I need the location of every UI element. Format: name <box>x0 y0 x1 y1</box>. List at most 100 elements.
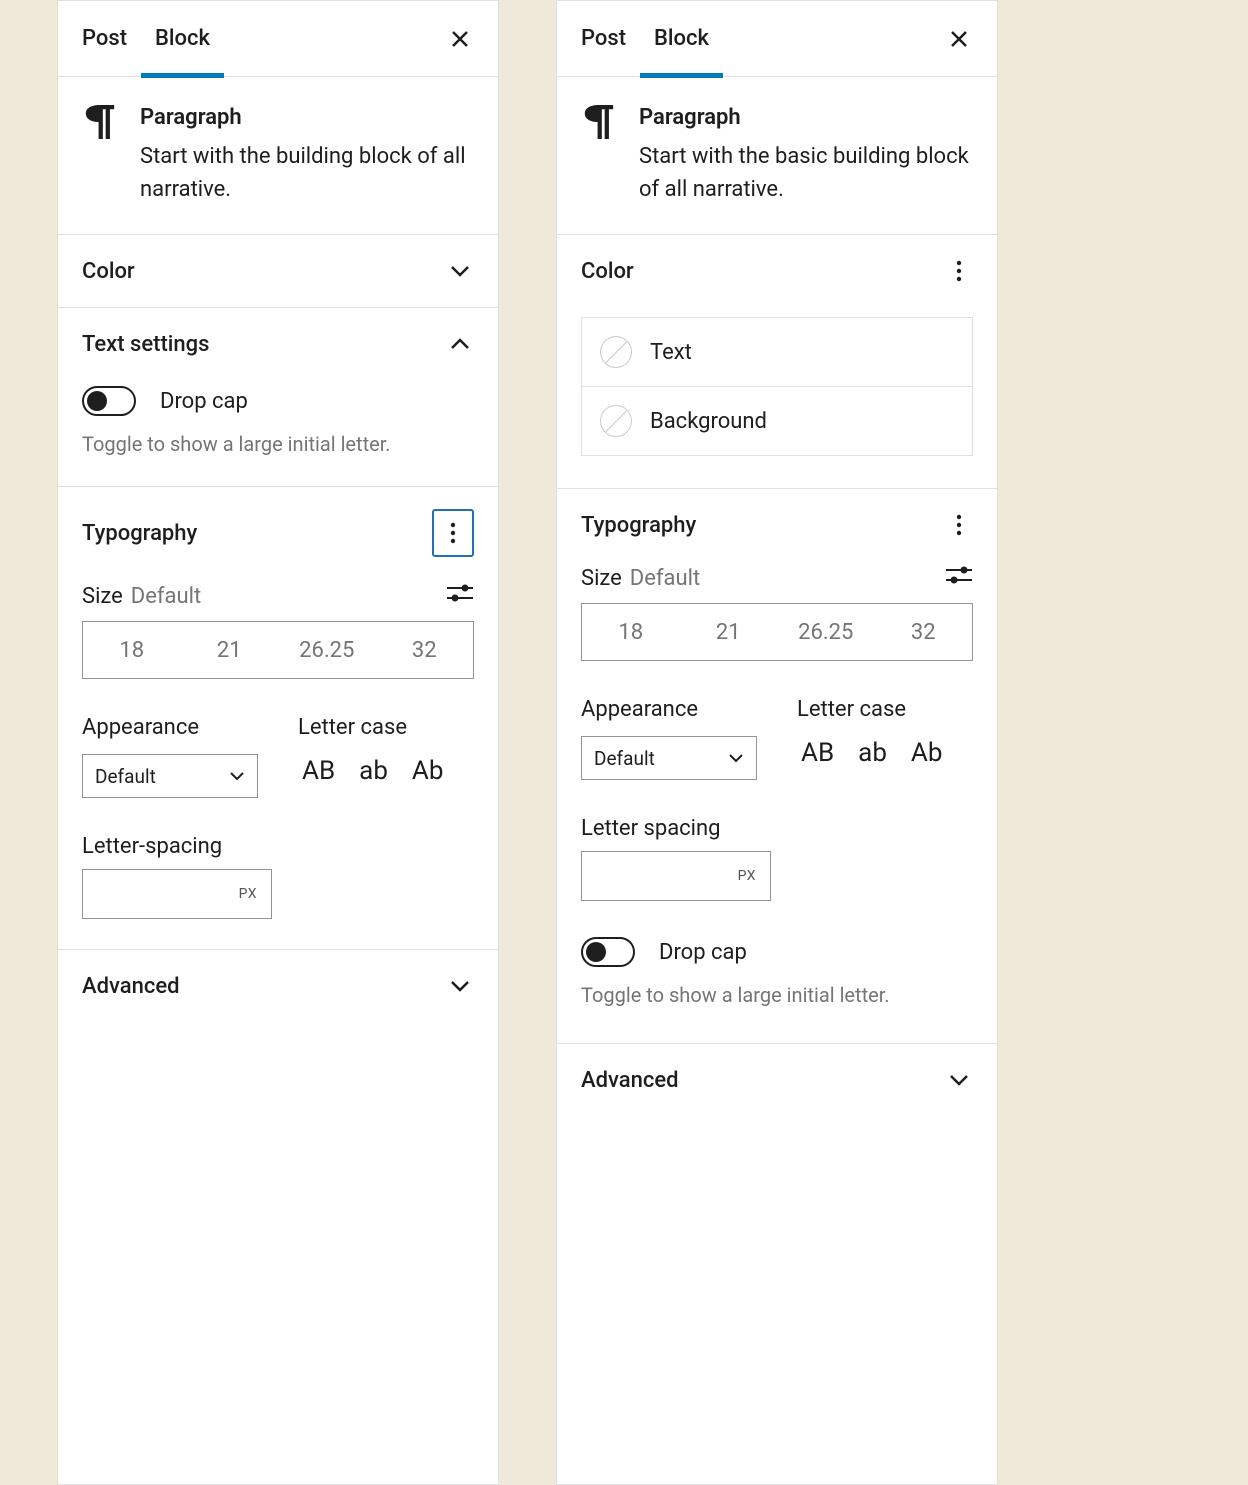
dropcap-toggle[interactable] <box>82 386 136 416</box>
appearance-label: Appearance <box>82 715 258 740</box>
color-swatch-none-icon <box>600 405 632 437</box>
sidebar-tabs: Post Block <box>557 1 997 77</box>
color-item-label: Background <box>650 409 767 434</box>
dropcap-row: Drop cap <box>58 386 498 416</box>
case-upper[interactable]: AB <box>298 754 339 788</box>
letter-spacing-input[interactable]: PX <box>581 851 771 901</box>
typography-section: Typography Size Default <box>58 486 498 949</box>
tab-block[interactable]: Block <box>640 1 723 77</box>
color-item-background[interactable]: Background <box>582 386 972 455</box>
sidebar-panel-left: Post Block Paragraph Start with the buil… <box>57 0 499 1485</box>
more-icon[interactable] <box>945 511 973 539</box>
typography-title: Typography <box>581 513 696 538</box>
lettercase-col: Letter case AB ab Ab <box>797 697 973 780</box>
size-buttons: 18 21 26.25 32 <box>581 603 973 661</box>
block-header: Paragraph Start with the basic building … <box>557 77 997 235</box>
block-header-text: Paragraph Start with the building block … <box>140 105 474 206</box>
sidebar-tabs: Post Block <box>58 1 498 77</box>
size-default: Default <box>131 584 201 609</box>
dropcap-toggle[interactable] <box>581 937 635 967</box>
color-item-label: Text <box>650 340 692 365</box>
text-settings-header[interactable]: Text settings <box>58 308 498 380</box>
typography-body: Size Default 18 21 26.25 32 <box>557 551 997 1043</box>
block-header-text: Paragraph Start with the basic building … <box>639 105 973 206</box>
advanced-title: Advanced <box>581 1068 679 1093</box>
size-label: Size <box>82 584 123 609</box>
color-section-header: Color <box>557 235 997 307</box>
appearance-col: Appearance Default <box>82 715 258 798</box>
case-lower[interactable]: ab <box>355 754 392 788</box>
case-title[interactable]: Ab <box>907 736 947 770</box>
appearance-select[interactable]: Default <box>82 754 258 798</box>
size-btn-2[interactable]: 26.25 <box>777 604 875 660</box>
tab-post[interactable]: Post <box>82 1 141 77</box>
typography-title: Typography <box>82 521 197 546</box>
dropcap-help: Toggle to show a large initial letter. <box>58 416 498 486</box>
size-btn-1[interactable]: 21 <box>181 622 279 678</box>
typography-more-button[interactable] <box>432 509 474 557</box>
close-icon[interactable] <box>446 25 474 53</box>
sliders-icon[interactable] <box>945 561 973 589</box>
size-label-wrap: Size Default <box>82 584 201 609</box>
size-btn-3[interactable]: 32 <box>875 604 973 660</box>
appearance-lettercase-row: Appearance Default Letter case AB ab Ab <box>581 697 973 780</box>
color-section-title: Color <box>581 259 634 284</box>
letter-spacing-label: Letter spacing <box>581 816 973 841</box>
typography-header: Typography <box>557 489 997 551</box>
size-buttons: 18 21 26.25 32 <box>82 621 474 679</box>
size-btn-2[interactable]: 26.25 <box>278 622 376 678</box>
typography-header: Typography <box>58 487 498 569</box>
letter-spacing-label: Letter-spacing <box>82 834 474 859</box>
size-label: Size <box>581 566 622 591</box>
more-icon[interactable] <box>945 257 973 285</box>
size-btn-0[interactable]: 18 <box>582 604 680 660</box>
lettercase-label: Letter case <box>298 715 474 740</box>
advanced-section-header[interactable]: Advanced <box>557 1043 997 1116</box>
lettercase-buttons: AB ab Ab <box>298 754 474 788</box>
letter-spacing-unit: PX <box>738 868 756 884</box>
appearance-col: Appearance Default <box>581 697 757 780</box>
color-item-text[interactable]: Text <box>582 318 972 386</box>
typography-section: Typography Size Default <box>557 488 997 1043</box>
color-section-header[interactable]: Color <box>58 235 498 308</box>
tab-block[interactable]: Block <box>141 1 224 77</box>
lettercase-col: Letter case AB ab Ab <box>298 715 474 798</box>
size-default: Default <box>630 566 700 591</box>
toggle-knob <box>87 391 107 411</box>
lettercase-label: Letter case <box>797 697 973 722</box>
case-upper[interactable]: AB <box>797 736 838 770</box>
color-list: Text Background <box>581 317 973 456</box>
size-btn-1[interactable]: 21 <box>680 604 778 660</box>
letter-spacing-field[interactable] <box>596 866 730 887</box>
text-settings-title: Text settings <box>82 332 209 357</box>
case-title[interactable]: Ab <box>408 754 448 788</box>
lettercase-buttons: AB ab Ab <box>797 736 973 770</box>
case-lower[interactable]: ab <box>854 736 891 770</box>
dropcap-row: Drop cap <box>581 937 973 967</box>
appearance-label: Appearance <box>581 697 757 722</box>
block-description: Start with the basic building block of a… <box>639 140 973 206</box>
appearance-value: Default <box>95 765 156 788</box>
color-swatch-none-icon <box>600 336 632 368</box>
dropcap-label: Drop cap <box>160 389 248 414</box>
color-section-title: Color <box>82 259 135 284</box>
dropcap-help: Toggle to show a large initial letter. <box>581 967 973 1013</box>
letter-spacing-input[interactable]: PX <box>82 869 272 919</box>
advanced-section-header[interactable]: Advanced <box>58 949 498 1022</box>
close-icon[interactable] <box>945 25 973 53</box>
tab-post[interactable]: Post <box>581 1 640 77</box>
size-label-wrap: Size Default <box>581 566 700 591</box>
appearance-lettercase-row: Appearance Default Letter case AB ab Ab <box>82 715 474 798</box>
appearance-select[interactable]: Default <box>581 736 757 780</box>
advanced-title: Advanced <box>82 974 180 999</box>
block-header: Paragraph Start with the building block … <box>58 77 498 235</box>
block-title: Paragraph <box>639 105 973 130</box>
letter-spacing-field[interactable] <box>97 884 231 905</box>
toggle-knob <box>586 942 606 962</box>
chevron-down-icon <box>945 1066 973 1094</box>
size-btn-3[interactable]: 32 <box>376 622 474 678</box>
size-btn-0[interactable]: 18 <box>83 622 181 678</box>
block-title: Paragraph <box>140 105 474 130</box>
paragraph-icon <box>82 105 118 141</box>
sliders-icon[interactable] <box>446 579 474 607</box>
